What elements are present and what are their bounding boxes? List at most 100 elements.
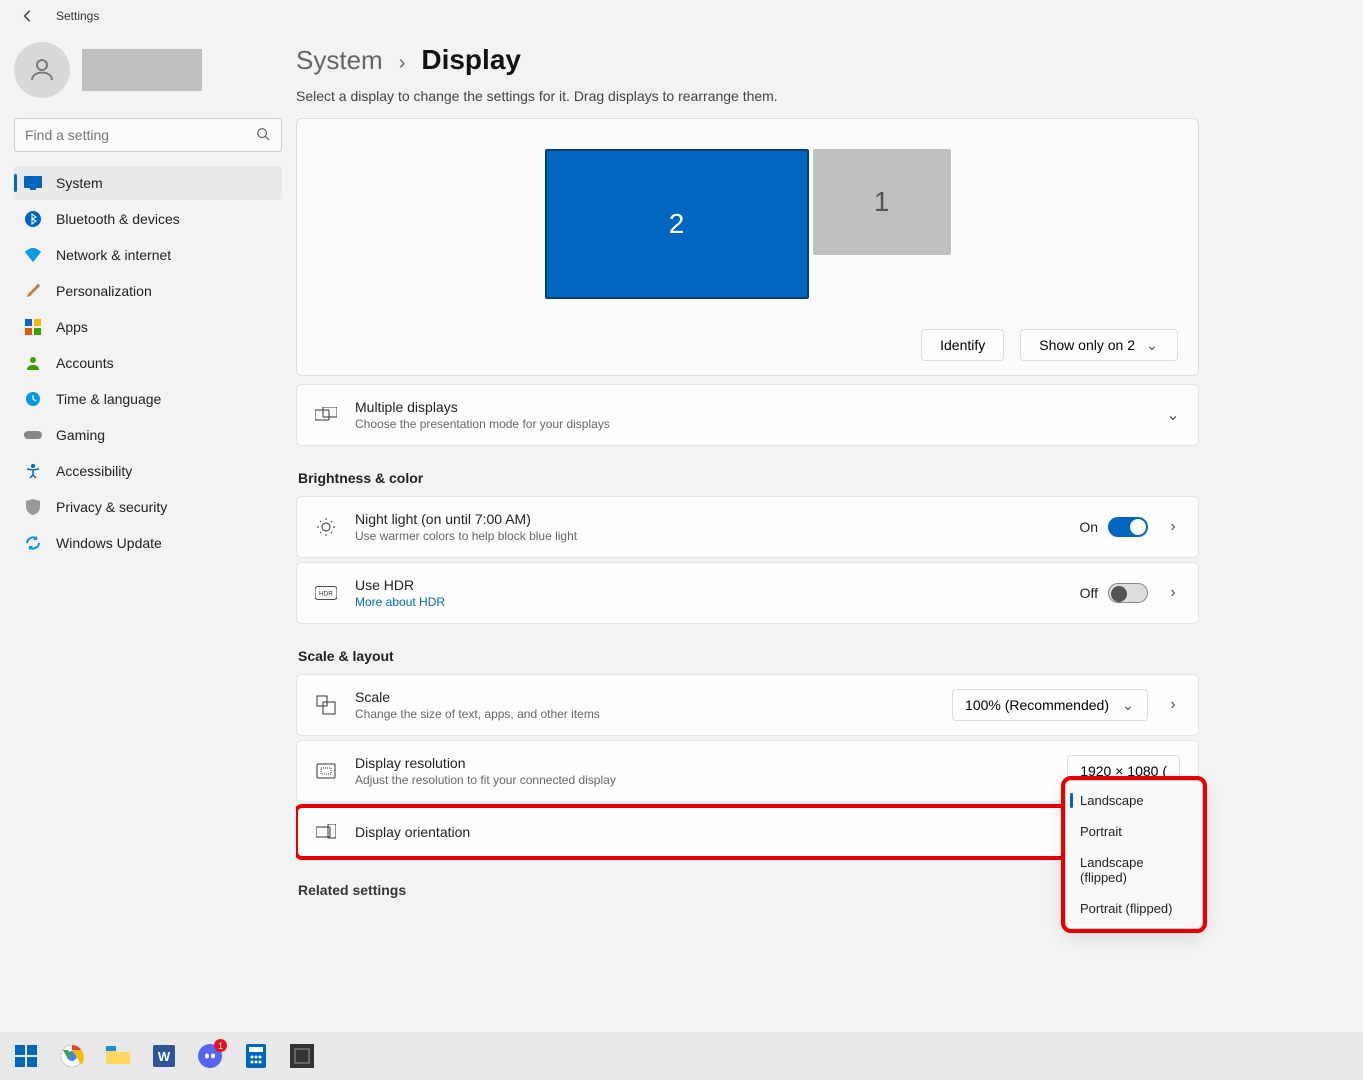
accessibility-icon <box>24 462 42 480</box>
back-button[interactable] <box>20 8 36 24</box>
resolution-value: 1920 × 1080 ( <box>1080 763 1167 779</box>
arrange-actions: Identify Show only on 2 ⌄ <box>317 329 1178 361</box>
hdr-link[interactable]: More about HDR <box>355 595 1062 609</box>
svg-text:W: W <box>158 1049 171 1064</box>
nav-item-bluetooth[interactable]: Bluetooth & devices <box>14 202 282 236</box>
nav-item-personalization[interactable]: Personalization <box>14 274 282 308</box>
svg-text:HDR: HDR <box>319 591 333 598</box>
scale-value: 100% (Recommended) <box>965 697 1109 713</box>
nav-label: Network & internet <box>56 247 171 263</box>
dropdown-item-landscape-flipped[interactable]: Landscape (flipped) <box>1066 847 1202 893</box>
nav-label: Gaming <box>56 427 105 443</box>
projection-value: Show only on 2 <box>1039 337 1135 353</box>
page-title: Display <box>421 44 521 76</box>
file-explorer-icon[interactable] <box>104 1042 132 1070</box>
card-title: Use HDR <box>355 577 1062 593</box>
card-sub: Choose the presentation mode for your di… <box>355 417 1148 431</box>
night-light-toggle[interactable] <box>1108 517 1148 537</box>
hdr-toggle[interactable] <box>1108 583 1148 603</box>
discord-icon[interactable]: 1 <box>196 1042 224 1070</box>
section-related-cutoff: Related settings <box>298 882 1199 898</box>
gamepad-icon <box>24 426 42 444</box>
search-input[interactable] <box>14 118 282 152</box>
nav-item-system[interactable]: System <box>14 166 282 200</box>
dropdown-item-portrait[interactable]: Portrait <box>1066 816 1202 847</box>
monitor-2[interactable]: 2 <box>545 149 809 299</box>
nav-item-accessibility[interactable]: Accessibility <box>14 454 282 488</box>
card-title: Display orientation <box>355 824 1180 840</box>
identify-button[interactable]: Identify <box>921 329 1004 361</box>
profile-name-redacted <box>82 49 202 91</box>
breadcrumb-parent[interactable]: System <box>296 45 383 76</box>
nav-item-time[interactable]: Time & language <box>14 382 282 416</box>
card-title: Scale <box>355 689 934 705</box>
nav-item-gaming[interactable]: Gaming <box>14 418 282 452</box>
multiple-displays-icon <box>315 404 337 426</box>
card-hdr[interactable]: HDR Use HDR More about HDR Off › <box>296 562 1199 624</box>
paintbrush-icon <box>24 282 42 300</box>
card-sub: Change the size of text, apps, and other… <box>355 707 934 721</box>
nav-item-accounts[interactable]: Accounts <box>14 346 282 380</box>
card-orientation[interactable]: Display orientation <box>296 806 1199 858</box>
nav-item-privacy[interactable]: Privacy & security <box>14 490 282 524</box>
card-resolution[interactable]: Display resolution Adjust the resolution… <box>296 740 1199 802</box>
chevron-down-icon: ⌄ <box>1166 408 1180 422</box>
calculator-icon[interactable] <box>242 1042 270 1070</box>
scale-icon <box>315 694 337 716</box>
chevron-right-icon: › <box>399 52 406 75</box>
wifi-icon <box>24 246 42 264</box>
toggle-state: Off <box>1080 585 1098 601</box>
nav-item-update[interactable]: Windows Update <box>14 526 282 560</box>
shield-icon <box>24 498 42 516</box>
card-title: Display resolution <box>355 755 1049 771</box>
card-sub: Adjust the resolution to fit your connec… <box>355 773 1049 787</box>
night-light-icon <box>315 516 337 538</box>
chevron-right-icon: › <box>1166 520 1180 534</box>
section-brightness: Brightness & color <box>298 470 1199 486</box>
person-icon <box>27 55 57 85</box>
card-multiple-displays[interactable]: Multiple displays Choose the presentatio… <box>296 384 1199 446</box>
nav-label: System <box>56 175 103 191</box>
chevron-right-icon: › <box>1166 698 1180 712</box>
arrow-left-icon <box>21 9 35 23</box>
game-icon[interactable] <box>288 1042 316 1070</box>
bluetooth-icon <box>24 210 42 228</box>
nav-label: Personalization <box>56 283 152 299</box>
apps-icon <box>24 318 42 336</box>
search-box[interactable] <box>14 118 282 152</box>
projection-dropdown[interactable]: Show only on 2 ⌄ <box>1020 329 1178 361</box>
avatar <box>14 42 70 98</box>
nav-item-apps[interactable]: Apps <box>14 310 282 344</box>
sidebar: System Bluetooth & devices Network & int… <box>0 32 296 1076</box>
nav-label: Apps <box>56 319 88 335</box>
toggle-state: On <box>1079 519 1098 535</box>
nav-label: Privacy & security <box>56 499 167 515</box>
word-icon[interactable]: W <box>150 1042 178 1070</box>
start-button[interactable] <box>12 1042 40 1070</box>
dropdown-item-landscape[interactable]: Landscape <box>1066 785 1202 816</box>
chrome-icon[interactable] <box>58 1042 86 1070</box>
breadcrumb: System › Display <box>296 44 1199 76</box>
card-sub: Use warmer colors to help block blue lig… <box>355 529 1061 543</box>
nav-label: Time & language <box>56 391 161 407</box>
nav-item-network[interactable]: Network & internet <box>14 238 282 272</box>
monitor-layout[interactable]: 2 1 <box>317 149 1178 329</box>
chevron-down-icon: ⌄ <box>1145 338 1159 352</box>
scale-select[interactable]: 100% (Recommended) ⌄ <box>952 689 1148 721</box>
clock-icon <box>24 390 42 408</box>
chevron-right-icon: › <box>1166 586 1180 600</box>
profile-block[interactable] <box>14 42 282 98</box>
card-night-light[interactable]: Night light (on until 7:00 AM) Use warme… <box>296 496 1199 558</box>
dropdown-item-portrait-flipped[interactable]: Portrait (flipped) <box>1066 893 1202 924</box>
chevron-down-icon: ⌄ <box>1121 698 1135 712</box>
update-icon <box>24 534 42 552</box>
section-scale: Scale & layout <box>298 648 1199 664</box>
nav-label: Accounts <box>56 355 114 371</box>
app-header: Settings <box>0 0 1363 32</box>
monitor-1[interactable]: 1 <box>813 149 951 255</box>
display-arrange-panel: 2 1 Identify Show only on 2 ⌄ <box>296 118 1199 376</box>
nav-label: Bluetooth & devices <box>56 211 180 227</box>
resolution-icon <box>315 760 337 782</box>
card-scale[interactable]: Scale Change the size of text, apps, and… <box>296 674 1199 736</box>
nav-label: Windows Update <box>56 535 162 551</box>
